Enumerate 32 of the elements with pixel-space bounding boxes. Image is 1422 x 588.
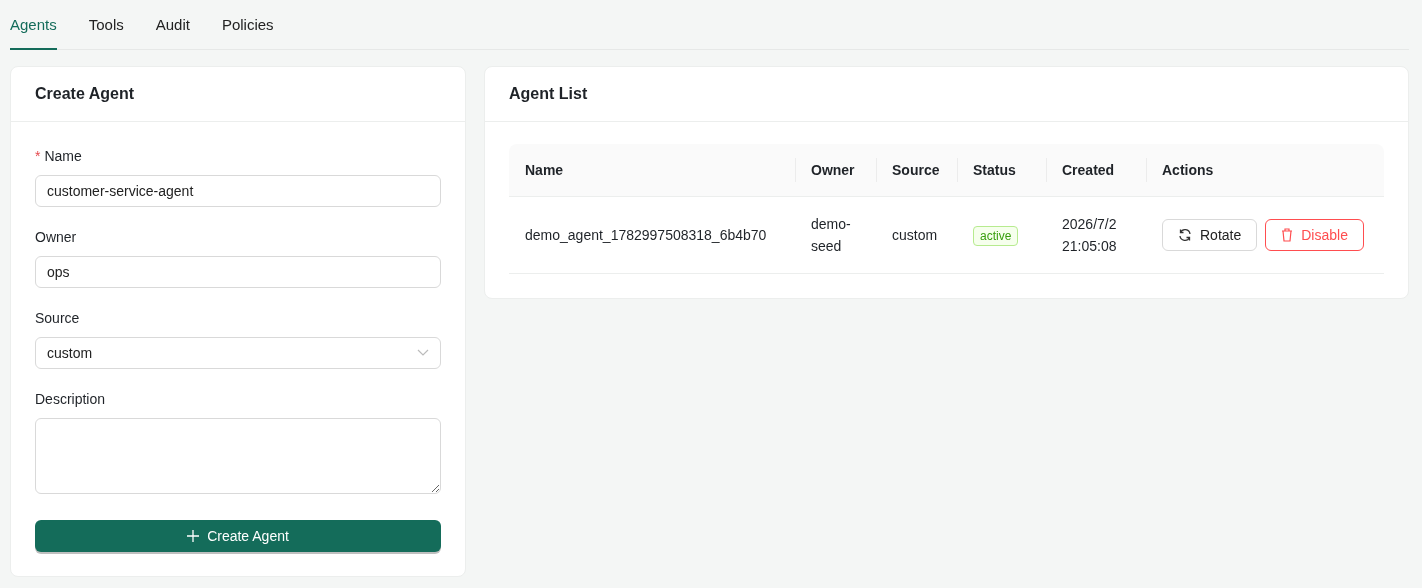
- input-field[interactable]: ops: [35, 256, 441, 288]
- create-agent-button[interactable]: Create Agent: [35, 520, 441, 552]
- tab[interactable]: Policies: [221, 0, 274, 50]
- input-field[interactable]: customer-service-agent: [35, 175, 441, 207]
- column-header: Actions: [1146, 144, 1384, 197]
- column-header: Status: [957, 144, 1046, 197]
- field-label: Name: [44, 148, 82, 164]
- table-cell: demo-seed: [795, 196, 876, 274]
- required-mark: *: [35, 148, 41, 164]
- refresh-icon: [1178, 228, 1192, 242]
- tab[interactable]: Tools: [88, 0, 124, 50]
- field-label: Source: [35, 310, 80, 326]
- table-cell: 2026/7/2 21:05:08: [1046, 196, 1146, 274]
- table-cell: demo_agent_1782997508318_6b4b70: [509, 196, 795, 274]
- column-header: Created: [1046, 144, 1146, 197]
- status-badge: active: [973, 226, 1019, 246]
- rotate-button[interactable]: Rotate: [1162, 219, 1258, 251]
- table-cell: custom: [876, 196, 957, 274]
- tab[interactable]: Agents: [10, 0, 57, 50]
- column-header: Source: [876, 144, 957, 197]
- panel-title: Agent List: [485, 67, 1408, 122]
- plus-icon: [187, 530, 200, 542]
- field-label: Owner: [35, 229, 77, 245]
- column-header: Owner: [795, 144, 876, 197]
- column-header: Name: [509, 144, 795, 197]
- chevron-down-icon: [417, 349, 429, 357]
- trash-icon: [1281, 228, 1294, 242]
- select-field[interactable]: custom: [35, 337, 441, 369]
- tab[interactable]: Audit: [155, 0, 190, 50]
- panel-title: Create Agent: [11, 67, 465, 122]
- field-label: Description: [35, 391, 106, 407]
- textarea-field[interactable]: [35, 418, 441, 494]
